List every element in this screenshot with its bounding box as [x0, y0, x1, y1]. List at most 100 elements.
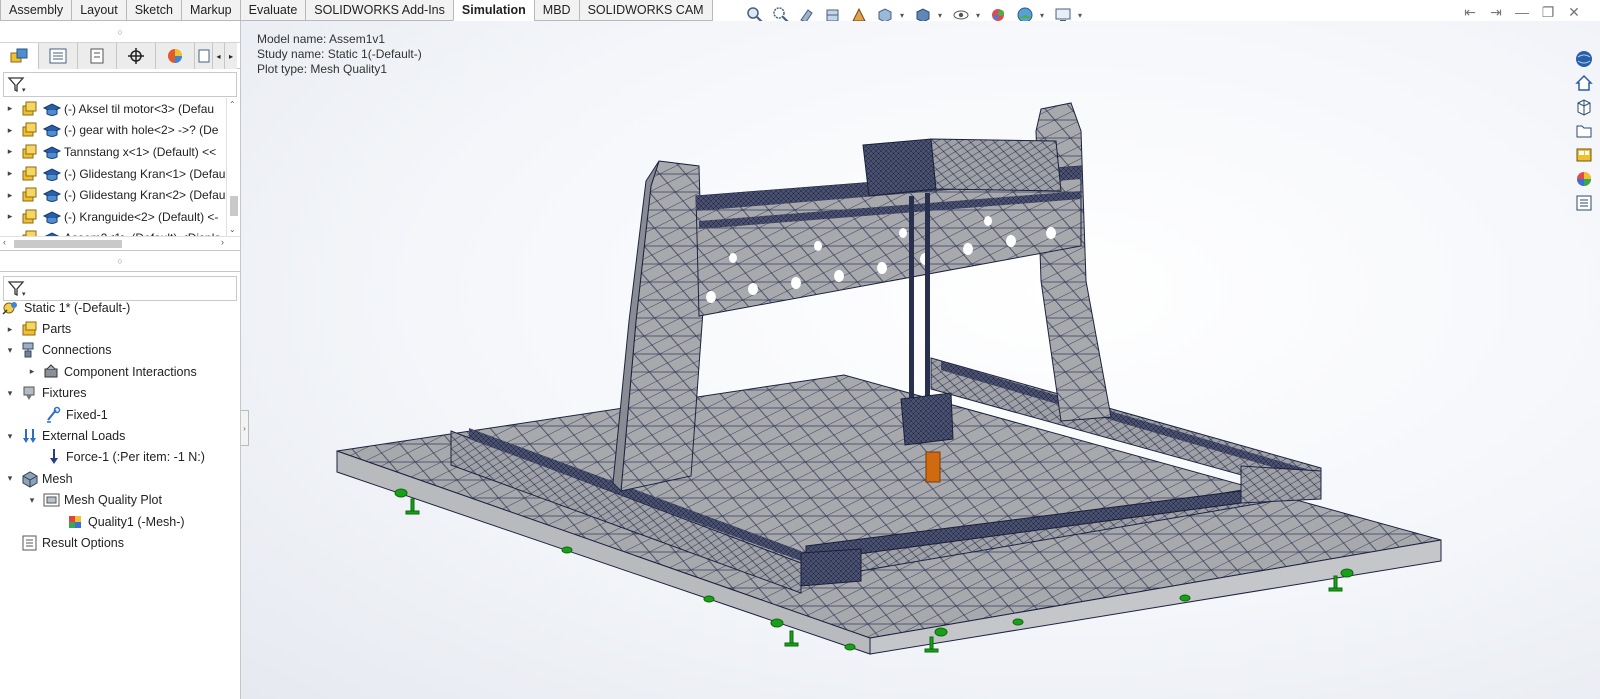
- feature-tree-label: Tannstang x<1> (Default) <<: [64, 144, 217, 159]
- scroll-thumb[interactable]: [230, 196, 238, 216]
- chevron-down-icon[interactable]: ▾: [938, 11, 946, 20]
- home-icon[interactable]: [1572, 72, 1596, 94]
- design-library-icon[interactable]: [1572, 96, 1596, 118]
- collapse-arrow-icon[interactable]: ▾: [0, 473, 20, 484]
- scroll-down-icon[interactable]: ⌄: [229, 225, 236, 234]
- tab-simulation[interactable]: Simulation: [452, 0, 535, 21]
- fixtures-node[interactable]: ▾ Fixtures: [0, 383, 240, 404]
- tab-sketch[interactable]: Sketch: [125, 0, 182, 21]
- appearances-icon[interactable]: [1572, 168, 1596, 190]
- tab-solidworks-cam[interactable]: SOLIDWORKS CAM: [578, 0, 713, 21]
- assembly-component-icon: [20, 229, 40, 236]
- feature-tree-item[interactable]: ▸ (-) Kranguide<2> (Default) <-: [0, 206, 226, 228]
- assembly-component-icon: [20, 100, 40, 118]
- external-loads-icon: [20, 427, 40, 445]
- solidworks-resources-icon[interactable]: [1572, 48, 1596, 70]
- simulation-study-tree: Static 1* (-Default-) ▸ Parts ▾ Connecti…: [0, 297, 240, 554]
- configuration-manager-tab-icon[interactable]: [78, 43, 117, 69]
- parts-label: Parts: [42, 322, 72, 337]
- fixtures-icon: [20, 384, 40, 402]
- tab-mbd[interactable]: MBD: [533, 0, 580, 21]
- collapse-left-icon[interactable]: ⇤: [1462, 4, 1478, 20]
- tab-scroll-left-icon[interactable]: ◂: [213, 43, 225, 69]
- quality-plot-icon: [66, 513, 86, 531]
- tab-solidworks-add-ins[interactable]: SOLIDWORKS Add-Ins: [305, 0, 454, 21]
- svg-text:▾: ▾: [22, 87, 26, 94]
- expand-arrow-icon[interactable]: ▸: [0, 146, 20, 157]
- quality-plot-node[interactable]: Quality1 (-Mesh-): [0, 511, 240, 532]
- expand-arrow-icon[interactable]: ▸: [0, 190, 20, 201]
- property-manager-tab-icon[interactable]: [39, 43, 78, 69]
- expand-arrow-icon[interactable]: ▸: [22, 366, 42, 377]
- chevron-down-icon[interactable]: ▾: [900, 11, 908, 20]
- tab-scroll-right-icon[interactable]: ▸: [225, 43, 237, 69]
- chevron-down-icon[interactable]: ▾: [1078, 11, 1086, 20]
- external-loads-node[interactable]: ▾ External Loads: [0, 425, 240, 446]
- collapse-arrow-icon[interactable]: ▾: [0, 345, 20, 356]
- chevron-down-icon[interactable]: ▾: [1040, 11, 1048, 20]
- fixed-node[interactable]: Fixed-1: [0, 404, 240, 425]
- simulation-part-icon: [42, 143, 62, 161]
- feature-tree-item[interactable]: ▸Assem2<1> (Default) <Displa: [0, 228, 226, 236]
- result-options-node[interactable]: Result Options: [0, 532, 240, 553]
- expand-arrow-icon[interactable]: ▸: [0, 125, 20, 136]
- collapse-arrow-icon[interactable]: ▾: [22, 495, 42, 506]
- static-study-icon: [0, 299, 22, 317]
- feature-tree-item[interactable]: ▸ (-) Aksel til motor<3> (Defau: [0, 98, 226, 120]
- minimize-icon[interactable]: —: [1514, 4, 1530, 20]
- more-tabs-icon[interactable]: [195, 43, 213, 69]
- quality-plot-label: Quality1 (-Mesh-): [88, 514, 185, 529]
- tool-head: [925, 451, 941, 483]
- expand-arrow-icon[interactable]: ▸: [0, 211, 20, 222]
- tab-layout[interactable]: Layout: [71, 0, 127, 21]
- mesh-quality-plot-node[interactable]: ▾ Mesh Quality Plot: [0, 490, 240, 511]
- panel-grip[interactable]: ○: [0, 21, 240, 43]
- task-pane-tabs: [1572, 48, 1600, 214]
- parts-node[interactable]: ▸ Parts: [0, 318, 240, 339]
- collapse-arrow-icon[interactable]: ▾: [0, 388, 20, 399]
- scroll-thumb[interactable]: [14, 240, 122, 248]
- parts-folder-icon: [20, 320, 40, 338]
- collapse-right-icon[interactable]: ⇥: [1488, 4, 1504, 20]
- restore-icon[interactable]: ❐: [1540, 4, 1556, 20]
- study-node[interactable]: Static 1* (-Default-): [0, 297, 240, 318]
- connections-node[interactable]: ▾ Connections: [0, 340, 240, 361]
- pane-splitter[interactable]: ○: [0, 250, 240, 272]
- feature-manager-tab-icon[interactable]: [0, 43, 39, 69]
- force-label: Force-1 (:Per item: -1 N:): [66, 450, 205, 465]
- custom-properties-icon[interactable]: [1572, 192, 1596, 214]
- graphics-area[interactable]: Model name: Assem1v1 Study name: Static …: [241, 21, 1600, 699]
- feature-tree-item[interactable]: ▸ (-) Glidestang Kran<1> (Defau: [0, 163, 226, 185]
- connections-label: Connections: [42, 343, 112, 358]
- force-node[interactable]: Force-1 (:Per item: -1 N:): [0, 447, 240, 468]
- assembly-component-icon: [20, 165, 40, 183]
- collapse-arrow-icon[interactable]: ▾: [0, 431, 20, 442]
- fixed-label: Fixed-1: [66, 407, 108, 422]
- feature-tree-filter[interactable]: ▾: [3, 72, 237, 97]
- component-interactions-node[interactable]: ▸ Component Interactions: [0, 361, 240, 382]
- chevron-down-icon[interactable]: ▾: [976, 11, 984, 20]
- left-panel: ○ ◂ ▸ ▾ ▸ (-) Aksel til motor<3> (Defau ▸ (…: [0, 21, 241, 699]
- mesh-model-view[interactable]: [241, 21, 1600, 699]
- mesh-node[interactable]: ▾ Mesh: [0, 468, 240, 489]
- expand-arrow-icon[interactable]: ▸: [0, 168, 20, 179]
- scroll-right-icon[interactable]: ›: [221, 237, 224, 247]
- scroll-up-icon[interactable]: ⌃: [229, 100, 236, 109]
- dimxpert-tab-icon[interactable]: [117, 43, 156, 69]
- expand-arrow-icon[interactable]: ▸: [0, 103, 20, 114]
- feature-tree-horizontal-scrollbar[interactable]: ‹ ›: [0, 236, 240, 250]
- simulation-part-icon: [42, 229, 62, 236]
- feature-tree-item[interactable]: ▸ (-) Glidestang Kran<2> (Defau: [0, 184, 226, 206]
- scroll-left-icon[interactable]: ‹: [3, 237, 6, 247]
- view-palette-icon[interactable]: [1572, 144, 1596, 166]
- feature-tree-item[interactable]: ▸ (-) gear with hole<2> ->? (De: [0, 120, 226, 142]
- tab-markup[interactable]: Markup: [180, 0, 241, 21]
- tab-evaluate[interactable]: Evaluate: [239, 0, 307, 21]
- display-manager-tab-icon[interactable]: [156, 43, 195, 69]
- file-explorer-icon[interactable]: [1572, 120, 1596, 142]
- feature-tree-item[interactable]: ▸ Tannstang x<1> (Default) <<: [0, 141, 226, 163]
- feature-tree-vertical-scrollbar[interactable]: ⌃ ⌄: [226, 98, 240, 236]
- tab-assembly[interactable]: Assembly: [0, 0, 73, 21]
- expand-arrow-icon[interactable]: ▸: [0, 324, 20, 335]
- close-icon[interactable]: ✕: [1566, 4, 1582, 20]
